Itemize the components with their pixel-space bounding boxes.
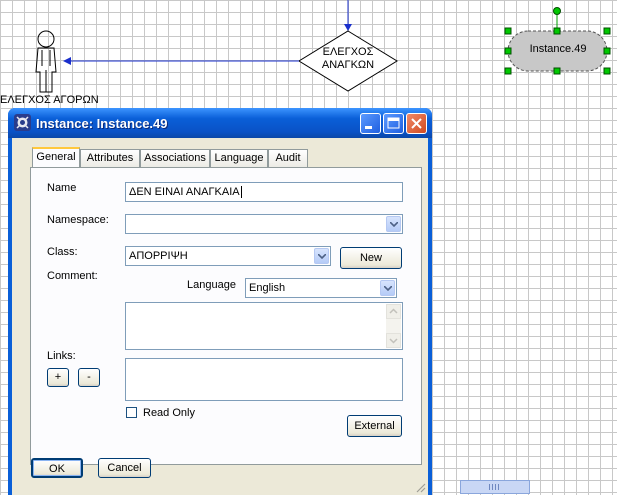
namespace-select[interactable] bbox=[125, 214, 403, 234]
general-tab-panel: Name ΔΕΝ ΕΙΝΑΙ ΑΝΑΓΚΑΙΑ Namespace: Class… bbox=[30, 167, 422, 465]
language-select[interactable]: English bbox=[245, 278, 397, 298]
cancel-button[interactable]: Cancel bbox=[98, 458, 151, 478]
maximize-button[interactable] bbox=[383, 113, 404, 134]
read-only-label[interactable]: Read Only bbox=[143, 407, 195, 419]
class-select[interactable]: ΑΠΟΡΡΙΨΗ bbox=[125, 246, 331, 266]
name-input[interactable]: ΔΕΝ ΕΙΝΑΙ ΑΝΑΓΚΑΙΑ bbox=[125, 182, 403, 202]
add-link-button[interactable]: + bbox=[47, 368, 69, 387]
arrowhead-down-icon bbox=[344, 24, 352, 31]
remove-link-button[interactable]: - bbox=[78, 368, 100, 387]
tab-attributes[interactable]: Attributes bbox=[80, 149, 140, 167]
tab-general[interactable]: General bbox=[32, 147, 80, 167]
comment-label: Comment: bbox=[47, 270, 98, 282]
name-label: Name bbox=[47, 182, 77, 194]
horizontal-scrollbar-thumb[interactable] bbox=[460, 480, 530, 494]
minimize-button[interactable] bbox=[360, 113, 381, 134]
read-only-checkbox[interactable] bbox=[126, 407, 137, 418]
dialog-title: Instance: Instance.49 bbox=[36, 116, 168, 131]
namespace-label: Namespace: bbox=[47, 214, 109, 226]
dialog-body: General Attributes Associations Language… bbox=[12, 138, 428, 495]
actor-label: ΕΛΕΓΧΟΣ ΑΓΟΡΩΝ bbox=[0, 94, 99, 106]
text-cursor bbox=[240, 186, 242, 198]
external-button[interactable]: External bbox=[347, 415, 402, 437]
class-label: Class: bbox=[47, 246, 78, 258]
scroll-down-icon[interactable] bbox=[386, 333, 401, 348]
chevron-down-icon[interactable] bbox=[380, 280, 395, 296]
minimize-icon bbox=[365, 126, 372, 129]
scroll-up-icon[interactable] bbox=[386, 304, 401, 319]
comment-scrollbar[interactable] bbox=[386, 304, 401, 348]
maximize-icon bbox=[387, 117, 400, 129]
arrowhead-left-icon bbox=[63, 57, 71, 65]
tab-language[interactable]: Language bbox=[210, 149, 268, 167]
tab-audit[interactable]: Audit bbox=[268, 149, 308, 167]
tab-associations[interactable]: Associations bbox=[140, 149, 210, 167]
ok-button[interactable]: OK bbox=[31, 458, 83, 478]
actor-icon[interactable] bbox=[35, 30, 57, 93]
app-icon bbox=[14, 114, 31, 131]
close-button[interactable] bbox=[406, 113, 427, 134]
scroll-grip-icon bbox=[489, 484, 501, 490]
new-class-button[interactable]: New bbox=[340, 247, 402, 269]
chevron-down-icon[interactable] bbox=[386, 216, 401, 232]
decision-label: ΕΛΕΓΧΟΣ ΑΝΑΓΚΩΝ bbox=[321, 46, 375, 71]
links-label: Links: bbox=[47, 350, 76, 362]
instance-dialog: Instance: Instance.49 General Attributes… bbox=[8, 108, 432, 495]
instance-shape-label: Instance.49 bbox=[529, 43, 587, 55]
language-label: Language bbox=[187, 279, 236, 291]
links-list[interactable] bbox=[125, 358, 403, 401]
close-icon bbox=[411, 118, 422, 129]
dialog-titlebar[interactable]: Instance: Instance.49 bbox=[8, 108, 432, 138]
comment-textarea[interactable] bbox=[125, 302, 403, 350]
chevron-down-icon[interactable] bbox=[314, 248, 329, 264]
resize-grip-icon[interactable] bbox=[414, 481, 426, 493]
